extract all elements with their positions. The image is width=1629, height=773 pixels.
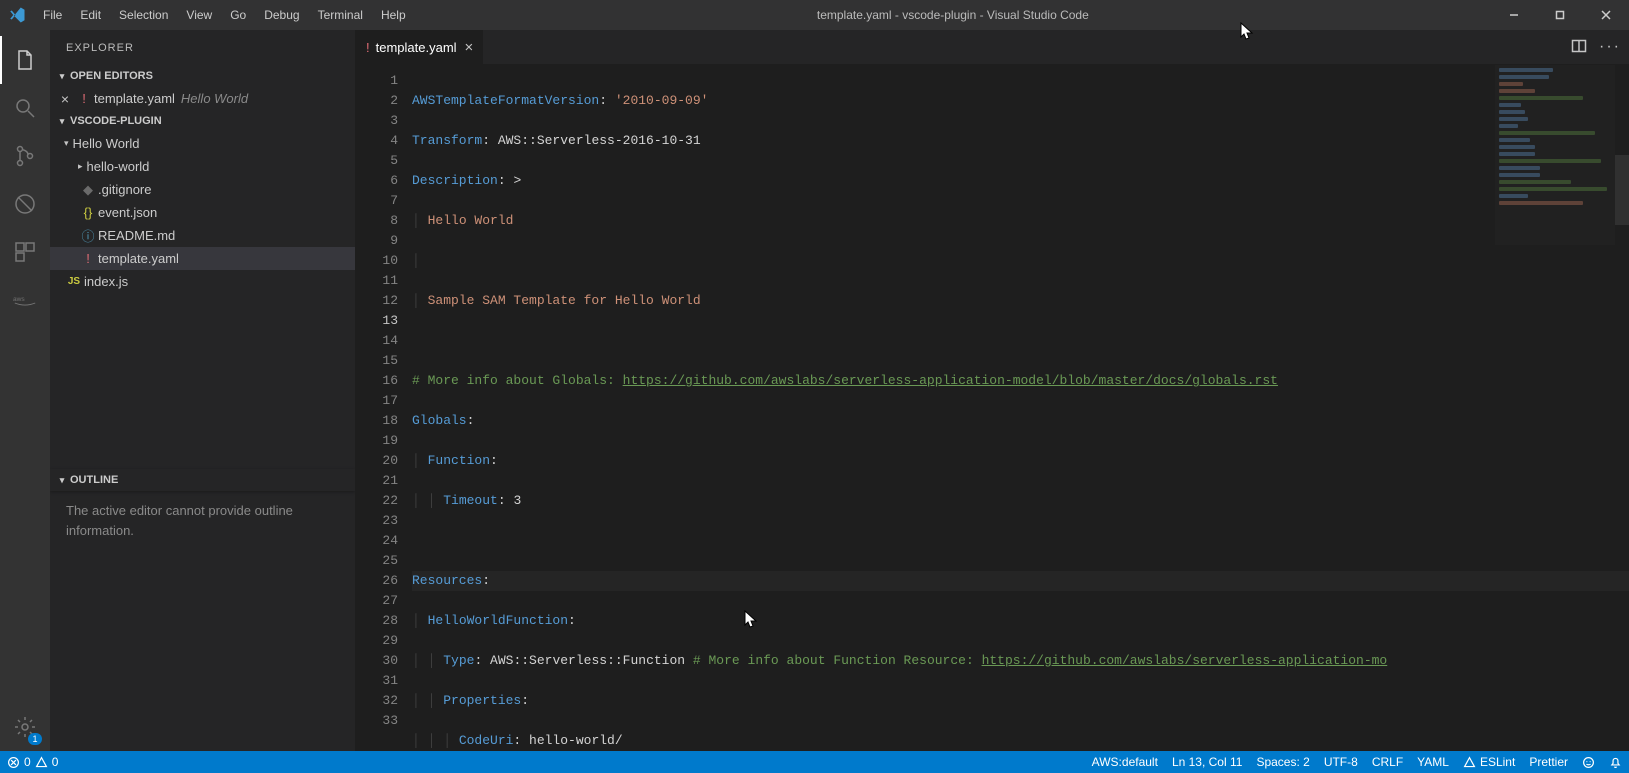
activity-explorer-icon[interactable]	[0, 36, 50, 84]
status-cursor-position[interactable]: Ln 13, Col 11	[1165, 751, 1250, 773]
title-bar: File Edit Selection View Go Debug Termin…	[0, 0, 1629, 30]
window-title: template.yaml - vscode-plugin - Visual S…	[415, 8, 1491, 22]
tree-file[interactable]: ! template.yaml	[50, 247, 355, 270]
window-close-button[interactable]	[1583, 0, 1629, 30]
status-problems[interactable]: 0 0	[0, 751, 65, 773]
tree-label: README.md	[98, 228, 175, 243]
json-file-icon: {}	[78, 205, 98, 220]
status-bar: 0 0 AWS:default Ln 13, Col 11 Spaces: 2 …	[0, 751, 1629, 773]
activity-settings-icon[interactable]: 1	[0, 703, 50, 751]
activity-extensions-icon[interactable]	[0, 228, 50, 276]
menu-terminal[interactable]: Terminal	[309, 0, 372, 30]
status-eol[interactable]: CRLF	[1365, 751, 1410, 773]
section-outline[interactable]: ▾ OUTLINE	[50, 469, 355, 491]
readme-file-icon: ⓘ	[78, 226, 98, 245]
status-language[interactable]: YAML	[1410, 751, 1456, 773]
open-editor-item[interactable]: × ! template.yaml Hello World	[50, 87, 355, 110]
menu-help[interactable]: Help	[372, 0, 415, 30]
activity-bar: aws 1	[0, 30, 50, 751]
editor-body[interactable]: 1234567891011121314151617181920212223242…	[356, 65, 1629, 751]
activity-debug-icon[interactable]	[0, 180, 50, 228]
tree-folder[interactable]: ▾ Hello World	[50, 132, 355, 155]
status-eslint[interactable]: ESLint	[1456, 751, 1522, 773]
yaml-file-icon: !	[78, 251, 98, 266]
window-minimize-button[interactable]	[1491, 0, 1537, 30]
section-open-editors[interactable]: ▾ OPEN EDITORS	[50, 65, 355, 87]
tree-file[interactable]: JS index.js	[50, 270, 355, 293]
activity-search-icon[interactable]	[0, 84, 50, 132]
svg-text:aws: aws	[13, 296, 25, 303]
menu-bar: File Edit Selection View Go Debug Termin…	[34, 0, 415, 30]
tree-label: index.js	[84, 274, 128, 289]
status-aws[interactable]: AWS:default	[1085, 751, 1165, 773]
minimap[interactable]	[1495, 65, 1615, 245]
menu-debug[interactable]: Debug	[255, 0, 308, 30]
code-area[interactable]: AWSTemplateFormatVersion: '2010-09-09' T…	[412, 65, 1629, 751]
tree-label: hello-world	[87, 159, 150, 174]
window-maximize-button[interactable]	[1537, 0, 1583, 30]
activity-scm-icon[interactable]	[0, 132, 50, 180]
tree-file[interactable]: ⓘ README.md	[50, 224, 355, 247]
vertical-scrollbar[interactable]	[1615, 65, 1629, 751]
open-editors-label: OPEN EDITORS	[70, 70, 153, 82]
editor-tabs: ! template.yaml × ···	[356, 30, 1629, 65]
vscode-logo-icon	[0, 6, 34, 24]
menu-edit[interactable]: Edit	[71, 0, 110, 30]
status-warning-count: 0	[52, 755, 59, 769]
tree-label: .gitignore	[98, 182, 151, 197]
line-number-gutter: 1234567891011121314151617181920212223242…	[356, 65, 412, 751]
side-bar: EXPLORER ▾ OPEN EDITORS × ! template.yam…	[50, 30, 356, 751]
open-editor-path: Hello World	[181, 91, 248, 106]
split-editor-icon[interactable]	[1571, 38, 1587, 57]
project-label: VSCODE-PLUGIN	[70, 115, 162, 127]
tab-template-yaml[interactable]: ! template.yaml ×	[356, 30, 484, 64]
menu-file[interactable]: File	[34, 0, 71, 30]
tree-label: template.yaml	[98, 251, 179, 266]
tree-file[interactable]: ◆ .gitignore	[50, 178, 355, 201]
activity-aws-icon[interactable]: aws	[0, 276, 50, 324]
status-feedback-icon[interactable]	[1575, 751, 1602, 773]
section-project[interactable]: ▾ VSCODE-PLUGIN	[50, 110, 355, 132]
chevron-right-icon: ▸	[78, 161, 83, 172]
sidebar-title: EXPLORER	[50, 30, 355, 65]
status-encoding[interactable]: UTF-8	[1317, 751, 1365, 773]
outline-message: The active editor cannot provide outline…	[50, 491, 355, 751]
chevron-down-icon: ▾	[54, 71, 70, 82]
editor-area: ! template.yaml × ··· 123456789101112131…	[356, 30, 1629, 751]
status-indent[interactable]: Spaces: 2	[1249, 751, 1316, 773]
chevron-down-icon: ▾	[64, 138, 69, 149]
open-editor-filename: template.yaml	[94, 91, 175, 106]
status-bell-icon[interactable]	[1602, 751, 1629, 773]
tree-label: Hello World	[73, 136, 140, 151]
close-icon[interactable]: ×	[56, 91, 74, 107]
gitignore-file-icon: ◆	[78, 182, 98, 198]
close-icon[interactable]: ×	[465, 39, 474, 56]
outline-label: OUTLINE	[70, 474, 118, 486]
chevron-down-icon: ▾	[54, 475, 70, 486]
tree-file[interactable]: {} event.json	[50, 201, 355, 224]
tree-folder[interactable]: ▸ hello-world	[50, 155, 355, 178]
status-error-count: 0	[24, 755, 31, 769]
status-prettier[interactable]: Prettier	[1522, 751, 1575, 773]
settings-badge: 1	[28, 733, 42, 745]
tab-label: template.yaml	[376, 40, 457, 55]
menu-go[interactable]: Go	[221, 0, 255, 30]
menu-selection[interactable]: Selection	[110, 0, 177, 30]
yaml-file-icon: !	[366, 40, 370, 55]
yaml-file-icon: !	[74, 91, 94, 106]
more-actions-icon[interactable]: ···	[1599, 38, 1621, 56]
tree-label: event.json	[98, 205, 157, 220]
menu-view[interactable]: View	[177, 0, 221, 30]
js-file-icon: JS	[64, 276, 84, 287]
chevron-down-icon: ▾	[54, 116, 70, 127]
